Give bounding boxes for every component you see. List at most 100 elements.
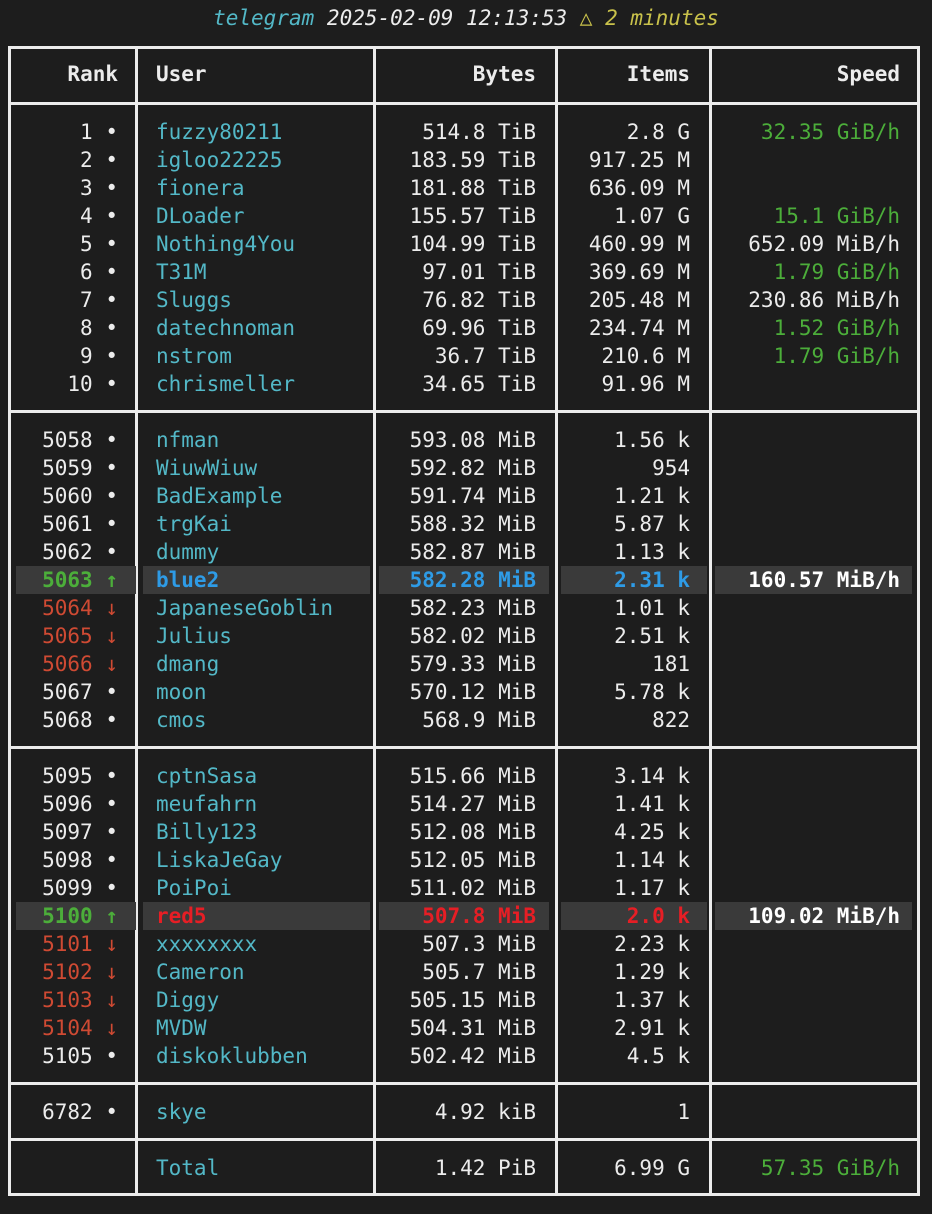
rank-number: 5105 bbox=[42, 1044, 93, 1068]
rank-same-icon: • bbox=[105, 820, 118, 844]
header-user[interactable]: User bbox=[156, 60, 376, 88]
bytes-value: 183.59 TiB bbox=[409, 148, 536, 172]
user-name[interactable]: Billy123 bbox=[156, 818, 376, 846]
user-name[interactable]: Sluggs bbox=[156, 286, 376, 314]
user-name[interactable]: Cameron bbox=[156, 958, 376, 986]
rank-number: 5 bbox=[80, 232, 93, 256]
rank-down-icon: ↓ bbox=[105, 932, 118, 956]
user-name[interactable]: meufahrn bbox=[156, 790, 376, 818]
table-row: 5065 ↓ Julius 582.02 MiB 2.51 k bbox=[11, 622, 917, 650]
row-separator bbox=[11, 410, 917, 413]
items-value: 1.14 k bbox=[614, 848, 690, 872]
items-value: 822 bbox=[652, 708, 690, 732]
user-name[interactable]: T31M bbox=[156, 258, 376, 286]
table-row: 5105 • diskoklubben 502.42 MiB 4.5 k bbox=[11, 1042, 917, 1070]
rank-number: 5066 bbox=[42, 652, 93, 676]
table-row: 5100 ↑ red5 507.8 MiB 2.0 k 109.02 MiB/h bbox=[11, 902, 917, 930]
rank-number: 9 bbox=[80, 344, 93, 368]
header-bytes[interactable]: Bytes bbox=[373, 60, 536, 88]
user-name[interactable]: dmang bbox=[156, 650, 376, 678]
rank-cell: 5100 ↑ bbox=[11, 902, 118, 930]
bytes-value: 582.02 MiB bbox=[409, 624, 536, 648]
rank-same-icon: • bbox=[105, 764, 118, 788]
user-name[interactable]: nfman bbox=[156, 426, 376, 454]
rank-number: 6 bbox=[80, 260, 93, 284]
user-name[interactable]: chrismeller bbox=[156, 370, 376, 398]
rank-cell: 6 • bbox=[11, 258, 118, 286]
items-value: 1.37 k bbox=[614, 988, 690, 1012]
bytes-value: 34.65 TiB bbox=[422, 372, 536, 396]
items-value: 4.25 k bbox=[614, 820, 690, 844]
rank-number: 5095 bbox=[42, 764, 93, 788]
rank-same-icon: • bbox=[105, 232, 118, 256]
user-name[interactable]: fionera bbox=[156, 174, 376, 202]
bytes-value: 97.01 TiB bbox=[422, 260, 536, 284]
table-row: 1 • fuzzy80211 514.8 TiB 2.8 G 32.35 GiB/h bbox=[11, 118, 917, 146]
user-name[interactable]: xxxxxxxx bbox=[156, 930, 376, 958]
user-name[interactable]: cmos bbox=[156, 706, 376, 734]
rank-cell: 5060 • bbox=[11, 482, 118, 510]
user-name[interactable]: trgKai bbox=[156, 510, 376, 538]
rank-same-icon: • bbox=[105, 372, 118, 396]
rank-number: 5068 bbox=[42, 708, 93, 732]
rank-down-icon: ↓ bbox=[105, 988, 118, 1012]
table-row: 5061 • trgKai 588.32 MiB 5.87 k bbox=[11, 510, 917, 538]
user-name[interactable]: Nothing4You bbox=[156, 230, 376, 258]
user-name[interactable]: Julius bbox=[156, 622, 376, 650]
user-name[interactable]: fuzzy80211 bbox=[156, 118, 376, 146]
rank-cell: 5104 ↓ bbox=[11, 1014, 118, 1042]
rank-number: 2 bbox=[80, 148, 93, 172]
user-name[interactable]: DLoader bbox=[156, 202, 376, 230]
user-name[interactable]: skye bbox=[156, 1098, 376, 1126]
items-value: 1.29 k bbox=[614, 960, 690, 984]
speed-value: 652.09 MiB/h bbox=[748, 232, 900, 256]
user-name[interactable]: nstrom bbox=[156, 342, 376, 370]
user-name[interactable]: red5 bbox=[156, 902, 376, 930]
user-name[interactable]: BadExample bbox=[156, 482, 376, 510]
bytes-value: 505.7 MiB bbox=[422, 960, 536, 984]
rank-cell: 5063 ↑ bbox=[11, 566, 118, 594]
user-name[interactable]: datechnoman bbox=[156, 314, 376, 342]
user-name[interactable]: igloo22225 bbox=[156, 146, 376, 174]
rank-number: 5064 bbox=[42, 596, 93, 620]
items-value: 5.87 k bbox=[614, 512, 690, 536]
rank-down-icon: ↓ bbox=[105, 624, 118, 648]
header-speed[interactable]: Speed bbox=[709, 60, 900, 88]
table-row: 5103 ↓ Diggy 505.15 MiB 1.37 k bbox=[11, 986, 917, 1014]
rank-cell: 5103 ↓ bbox=[11, 986, 118, 1014]
user-name[interactable]: cptnSasa bbox=[156, 762, 376, 790]
refresh-ago: △ 2 minutes bbox=[579, 6, 719, 30]
rank-cell: 6782 • bbox=[11, 1098, 118, 1126]
user-name[interactable]: LiskaJeGay bbox=[156, 846, 376, 874]
rank-cell: 3 • bbox=[11, 174, 118, 202]
header-rank[interactable]: Rank bbox=[11, 60, 118, 88]
user-name[interactable]: Diggy bbox=[156, 986, 376, 1014]
user-name[interactable]: blue2 bbox=[156, 566, 376, 594]
table-row: 7 • Sluggs 76.82 TiB 205.48 M 230.86 MiB/h bbox=[11, 286, 917, 314]
rank-cell: 5101 ↓ bbox=[11, 930, 118, 958]
bytes-value: 582.87 MiB bbox=[409, 540, 536, 564]
speed-value: 230.86 MiB/h bbox=[748, 288, 900, 312]
group-speed-value: 109.02 MiB/h bbox=[748, 904, 900, 928]
bytes-value: 588.32 MiB bbox=[409, 512, 536, 536]
row-separator bbox=[11, 102, 917, 105]
rank-number: 5098 bbox=[42, 848, 93, 872]
header-items[interactable]: Items bbox=[555, 60, 690, 88]
bytes-value: 4.92 kiB bbox=[434, 1100, 536, 1124]
rank-number: 5100 bbox=[42, 904, 93, 928]
rank-same-icon: • bbox=[105, 456, 118, 480]
items-value: 91.96 M bbox=[601, 372, 690, 396]
user-name[interactable]: JapaneseGoblin bbox=[156, 594, 376, 622]
rank-same-icon: • bbox=[105, 316, 118, 340]
user-name[interactable]: WiuwWiuw bbox=[156, 454, 376, 482]
user-name[interactable]: PoiPoi bbox=[156, 874, 376, 902]
user-name[interactable]: moon bbox=[156, 678, 376, 706]
items-value: 917.25 M bbox=[588, 148, 690, 172]
user-name[interactable]: dummy bbox=[156, 538, 376, 566]
rank-cell: 5067 • bbox=[11, 678, 118, 706]
bytes-value: 514.8 TiB bbox=[422, 120, 536, 144]
user-name[interactable]: diskoklubben bbox=[156, 1042, 376, 1070]
user-name[interactable]: MVDW bbox=[156, 1014, 376, 1042]
rank-same-icon: • bbox=[105, 260, 118, 284]
rank-cell: 4 • bbox=[11, 202, 118, 230]
